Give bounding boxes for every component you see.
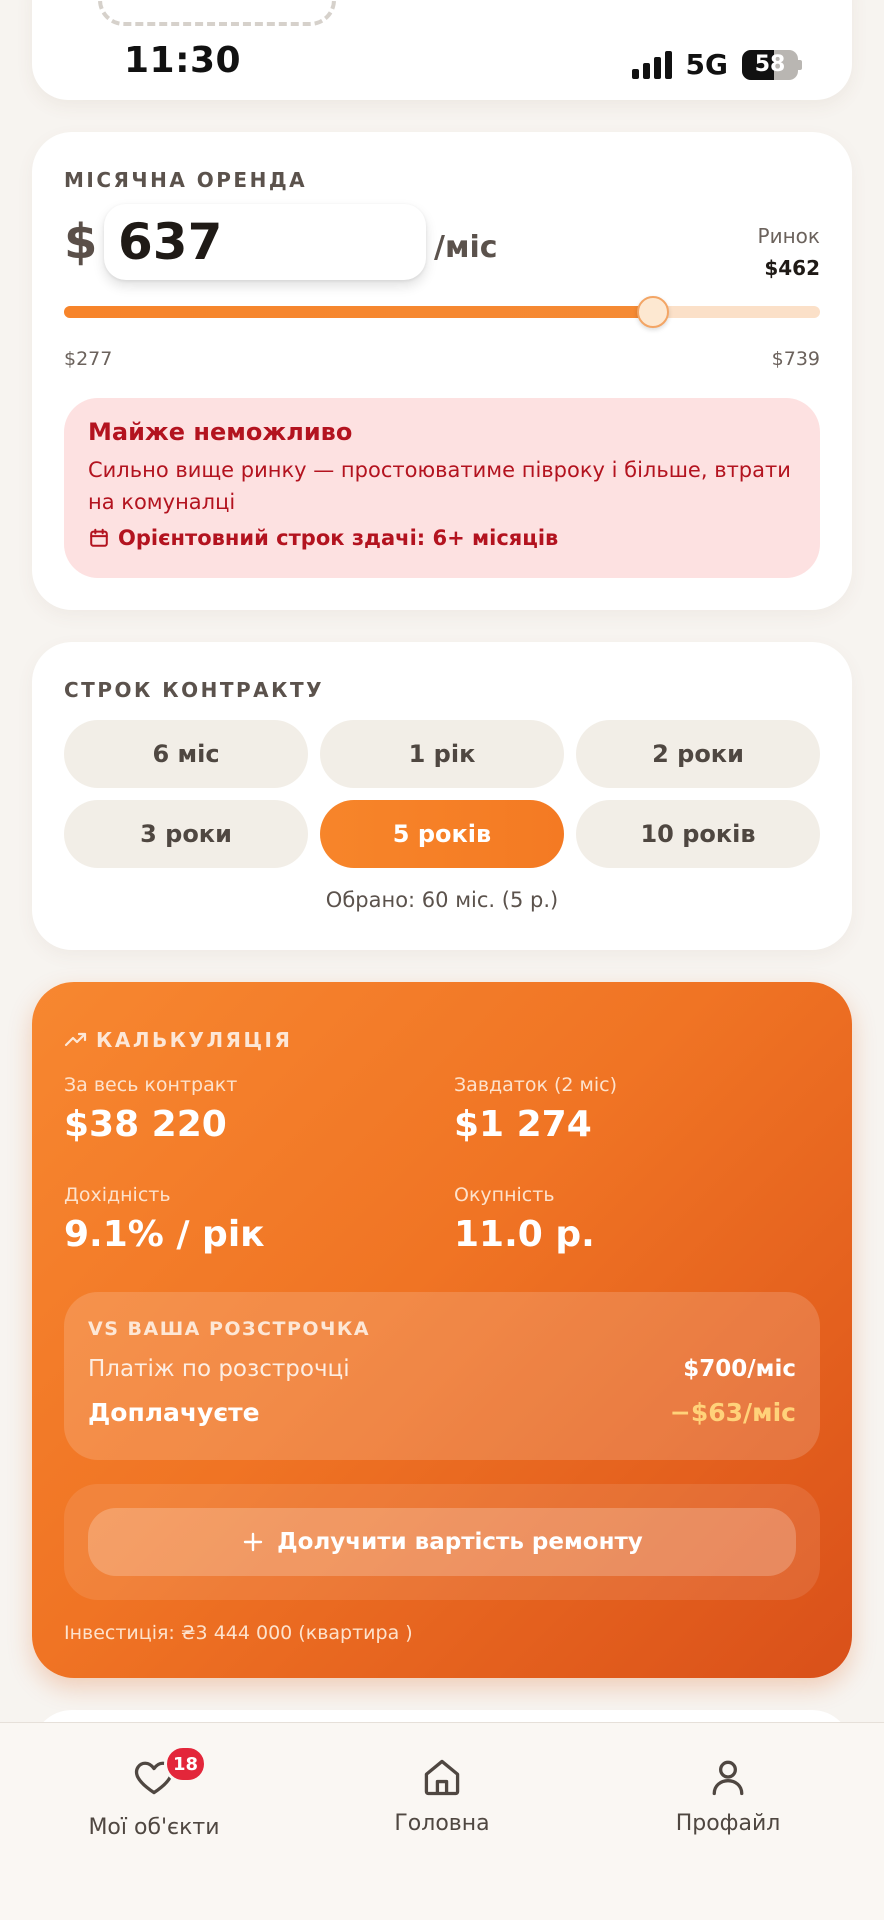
term-option-6m[interactable]: 6 міс <box>64 720 308 788</box>
investment-note: Інвестиція: ₴3 444 000 (квартира ) <box>64 1622 413 1644</box>
plus-icon <box>243 1532 263 1552</box>
term-option-10y[interactable]: 10 років <box>576 800 820 868</box>
calc-header: КАЛЬКУЛЯЦІЯ <box>64 1028 292 1052</box>
network-type: 5G <box>685 48 728 81</box>
app-screen: 11:30 5G 58 МІСЯЧНА ОРЕНДА $ 637 /міс Ри… <box>0 0 884 1920</box>
calc-section-label: КАЛЬКУЛЯЦІЯ <box>96 1028 293 1052</box>
payback-label: Окупність <box>454 1184 555 1206</box>
installment-comparison: VS ВАША РОЗСТРОЧКА Платіж по розстрочці … <box>64 1292 820 1460</box>
term-option-3y[interactable]: 3 роки <box>64 800 308 868</box>
slider-max-label: $739 <box>771 348 820 370</box>
total-label: За весь контракт <box>64 1074 238 1096</box>
nav-label-home: Головна <box>394 1811 490 1836</box>
calendar-icon <box>90 528 108 547</box>
trending-up-icon <box>64 1032 87 1047</box>
contract-term-card: СТРОК КОНТРАКТУ 6 міс 1 рік 2 роки 3 рок… <box>32 642 852 950</box>
signal-icon <box>631 50 672 79</box>
deposit-value: $1 274 <box>454 1104 592 1145</box>
favorites-badge: 18 <box>164 1745 208 1783</box>
nav-label-my-objects: Мої об'єкти <box>88 1815 220 1840</box>
slider-min-label: $277 <box>64 348 113 370</box>
currency-symbol: $ <box>64 214 98 270</box>
extra-payment-value: −$63/міс <box>669 1398 796 1427</box>
user-icon <box>712 1760 744 1796</box>
nav-label-profile: Профайл <box>675 1811 781 1836</box>
monthly-rent-card: МІСЯЧНА ОРЕНДА $ 637 /міс Ринок $462 $27… <box>32 132 852 610</box>
calculation-card: КАЛЬКУЛЯЦІЯ За весь контракт $38 220 Зав… <box>32 982 852 1678</box>
yield-value: 9.1% / рік <box>64 1214 265 1255</box>
status-indicators: 5G 58 <box>631 48 802 81</box>
deposit-label: Завдаток (2 міс) <box>454 1074 618 1096</box>
status-time: 11:30 <box>124 40 242 81</box>
payback-value: 11.0 р. <box>454 1214 595 1255</box>
extra-payment-label: Доплачуєте <box>88 1398 260 1427</box>
rent-section-label: МІСЯЧНА ОРЕНДА <box>64 168 308 192</box>
alert-term-text: Орієнтовний строк здачі: 6+ місяців <box>118 526 559 550</box>
bottom-nav: 18 Мої об'єкти Головна Профайл <box>0 1722 884 1920</box>
home-icon <box>424 1759 460 1796</box>
term-option-2y[interactable]: 2 роки <box>576 720 820 788</box>
installment-payment-label: Платіж по розстрочці <box>88 1356 350 1382</box>
nav-profile[interactable]: Профайл <box>618 1755 838 1836</box>
rent-price-input[interactable]: 637 <box>104 204 426 280</box>
nav-home[interactable]: Головна <box>332 1755 552 1836</box>
add-repair-cost-label: Долучити вартість ремонту <box>277 1529 643 1555</box>
vs-title: VS ВАША РОЗСТРОЧКА <box>88 1318 371 1340</box>
battery-icon: 58 <box>742 49 798 80</box>
alert-title: Майже неможливо <box>88 418 353 446</box>
alert-term: Орієнтовний строк здачі: 6+ місяців <box>88 526 796 550</box>
term-option-1y[interactable]: 1 рік <box>320 720 564 788</box>
image-placeholder <box>98 0 336 26</box>
rent-slider[interactable] <box>64 296 820 328</box>
market-label: Ринок <box>757 224 820 248</box>
nav-my-objects[interactable]: 18 Мої об'єкти <box>44 1745 264 1840</box>
slider-thumb[interactable] <box>637 296 670 328</box>
selected-term-note: Обрано: 60 міс. (5 р.) <box>325 888 559 912</box>
repair-section: Долучити вартість ремонту <box>64 1484 820 1600</box>
total-value: $38 220 <box>64 1104 227 1145</box>
contract-section-label: СТРОК КОНТРАКТУ <box>64 678 325 702</box>
extra-payment-row: Доплачуєте −$63/міс <box>88 1398 796 1427</box>
alert-text: Сильно вище ринку — простоюватиме піврок… <box>88 458 791 514</box>
installment-payment-row: Платіж по розстрочці $700/міс <box>88 1356 796 1382</box>
installment-payment-value: $700/міс <box>683 1356 796 1382</box>
market-value: $462 <box>764 256 820 280</box>
battery-percent: 58 <box>754 52 786 77</box>
price-warning-alert: Майже неможливо Сильно вище ринку — прос… <box>64 398 820 578</box>
yield-label: Дохідність <box>64 1184 171 1206</box>
term-option-5y[interactable]: 5 років <box>320 800 564 868</box>
per-month-label: /міс <box>434 230 498 265</box>
add-repair-cost-button[interactable]: Долучити вартість ремонту <box>88 1508 796 1576</box>
slider-fill <box>64 306 654 318</box>
